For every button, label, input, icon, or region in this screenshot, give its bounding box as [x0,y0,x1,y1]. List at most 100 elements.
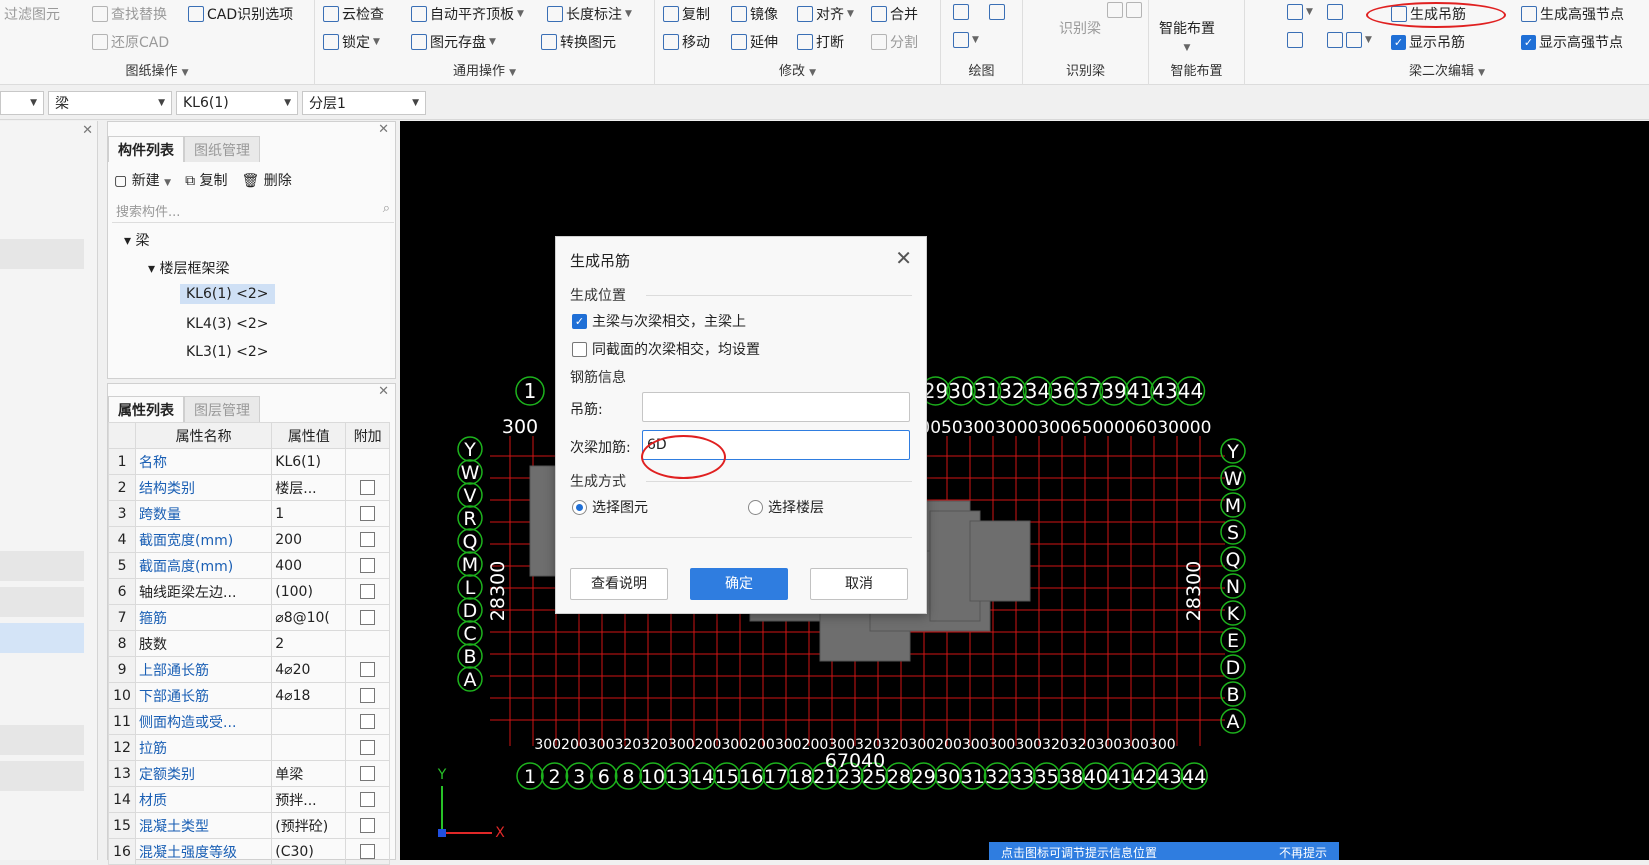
table-row[interactable]: 2 结构类别 楼层... [107,474,390,501]
tab-property-list[interactable]: 属性列表 [108,396,184,422]
layer-combo[interactable]: 分层1 ▼ [302,91,426,115]
move-button[interactable]: 移动 [663,32,710,52]
mirror-button[interactable]: 镜像 [731,4,778,24]
additional-checkbox[interactable] [360,480,376,495]
table-row[interactable]: 16 混凝土强度等级 (C30) [107,838,390,865]
additional-checkbox[interactable] [360,844,376,859]
ok-button[interactable]: 确定 [690,568,788,600]
table-row[interactable]: 5 截面高度(mm) 400 [107,552,390,579]
copy-button[interactable]: 复制 [663,4,710,24]
generate-hs-node-button[interactable]: 生成高强节点 [1521,4,1624,24]
additional-checkbox[interactable] [360,688,376,703]
beam-edit-tool-2[interactable] [1327,4,1343,20]
nav-item[interactable] [0,239,84,269]
table-row[interactable]: 15 混凝土类型 (预拌砼) [107,812,390,839]
line-tool-button[interactable] [953,4,969,20]
property-value[interactable]: (预拌砼) [271,812,347,839]
component-combo[interactable]: KL6(1) ▼ [176,91,298,115]
option-same-section-checkbox[interactable]: 同截面的次梁相交，均设置 [572,339,760,359]
additional-checkbox[interactable] [360,818,376,833]
property-value[interactable]: 预拌... [271,786,347,813]
recognize-beam-button[interactable]: 识别梁 [1059,18,1101,38]
break-button[interactable]: 打断 [797,32,844,52]
group-title-beam-edit[interactable]: 梁二次编辑 ▼ [1245,60,1649,79]
table-row[interactable]: 3 跨数量 1 [107,500,390,527]
length-dimension-button[interactable]: 长度标注 ▼ [547,4,632,24]
property-value[interactable]: 4⌀20 [271,656,347,683]
split-button[interactable]: 分割 [871,32,918,52]
cad-recognize-options-button[interactable]: CAD识别选项 [188,4,293,24]
extend-button[interactable]: 延伸 [731,32,778,52]
table-row[interactable]: 13 定额类别 单梁 [107,760,390,787]
additional-checkbox[interactable] [360,740,376,755]
auto-align-slab-button[interactable]: 自动平齐顶板 ▼ [411,4,524,24]
convert-element-button[interactable]: 转换图元 [541,32,616,52]
property-value[interactable]: 4⌀18 [271,682,347,709]
group-title-modify[interactable]: 修改 ▼ [655,60,940,79]
table-row[interactable]: 10 下部通长筋 4⌀18 [107,682,390,709]
table-row[interactable]: 4 截面宽度(mm) 200 [107,526,390,553]
table-row[interactable]: 12 拉筋 [107,734,390,761]
beam-edit-tool-4[interactable]: ▼ [1327,32,1372,48]
nav-item-selected[interactable] [0,623,84,653]
radio-select-element[interactable]: 选择图元 [572,497,648,517]
save-element-button[interactable]: 图元存盘 ▼ [411,32,496,52]
tree-node-frame-beam[interactable]: ▾ 楼层框架梁 [148,258,229,278]
lock-button[interactable]: 锁定 ▼ [323,32,380,52]
merge-button[interactable]: 合并 [871,4,918,24]
property-value[interactable]: 400 [271,552,347,579]
property-value[interactable]: KL6(1) [271,448,347,475]
new-component-button[interactable]: ▢ 新建 ▼ [114,170,171,190]
copy-component-button[interactable]: ⧉ 复制 [185,170,227,190]
component-search-input[interactable]: 搜索构件... ⌕ [112,197,394,223]
tab-drawing-management[interactable]: 图纸管理 [184,136,260,162]
table-row[interactable]: 7 箍筋 ⌀8@10( [107,604,390,631]
additional-checkbox[interactable] [360,584,376,599]
property-value[interactable]: ⌀8@10( [271,604,347,631]
property-value[interactable]: 200 [271,526,347,553]
group-title-drawing[interactable]: 图纸操作 ▼ [0,60,314,79]
property-value[interactable] [271,734,347,761]
radio-select-floor[interactable]: 选择楼层 [748,497,824,517]
filter-elements-button[interactable]: 过滤图元 [4,4,60,24]
close-icon[interactable]: ✕ [378,384,389,399]
delete-component-button[interactable]: 🗑 删除 [242,170,292,190]
additional-checkbox[interactable] [360,532,376,547]
close-icon[interactable]: ✕ [895,246,912,270]
property-value[interactable]: 1 [271,500,347,527]
category-combo[interactable]: 梁 ▼ [48,91,172,115]
tree-item-kl3[interactable]: KL3(1) <2> [186,344,269,360]
recognize-aux-button[interactable] [1107,2,1142,18]
nav-item[interactable] [0,587,84,617]
align-button[interactable]: 对齐 ▼ [797,4,854,24]
property-value[interactable]: (100) [271,578,347,605]
show-hs-node-checkbox[interactable]: ✓ 显示高强节点 [1521,32,1623,52]
table-row[interactable]: 14 材质 预拌... [107,786,390,813]
table-row[interactable]: 11 侧面构造或受... [107,708,390,735]
close-icon[interactable]: ✕ [378,122,389,137]
tree-item-kl6[interactable]: KL6(1) <2> [180,284,275,304]
property-value[interactable]: (C30) [271,838,347,865]
arc-tool-button[interactable]: ▼ [953,32,979,48]
hanger-input[interactable] [642,392,910,422]
property-value[interactable] [271,708,347,735]
dont-show-again-link[interactable]: 不再提示 [1279,844,1327,860]
beam-edit-tool-1[interactable]: ▼ [1287,4,1313,20]
table-row[interactable]: 6 轴线距梁左边... (100) [107,578,390,605]
nav-item[interactable] [0,551,84,581]
cancel-button[interactable]: 取消 [810,568,908,600]
tree-item-kl4[interactable]: KL4(3) <2> [186,316,269,332]
close-icon[interactable]: ✕ [82,123,93,138]
additional-checkbox[interactable] [360,766,376,781]
tree-node-beam[interactable]: ▾ 梁 [124,230,149,250]
view-help-button[interactable]: 查看说明 [570,568,668,600]
table-row[interactable]: 8 肢数 2 [107,630,390,657]
search-icon[interactable]: ⌕ [383,201,390,216]
rect-tool-button[interactable] [989,4,1005,20]
show-hanger-checkbox[interactable]: ✓ 显示吊筋 [1391,32,1465,52]
additional-checkbox[interactable] [360,610,376,625]
nav-item[interactable] [0,761,84,791]
group-title-general[interactable]: 通用操作 ▼ [315,60,654,79]
floor-combo[interactable]: ▼ [0,91,44,115]
find-replace-button[interactable]: 查找替换 [92,4,167,24]
